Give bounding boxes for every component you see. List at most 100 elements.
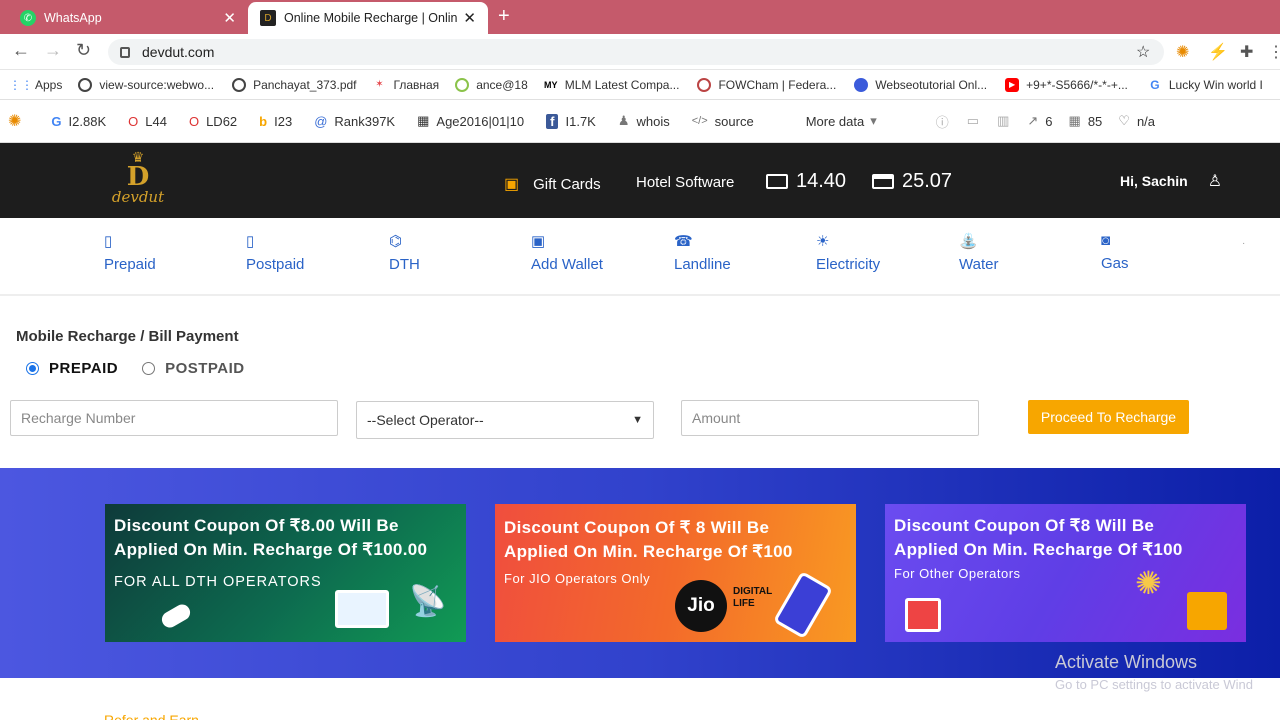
service-postpaid[interactable]: ▯ Postpaid: [246, 232, 304, 273]
close-tab-icon[interactable]: ✕: [223, 9, 236, 27]
jio-tagline: DIGITAL LIFE: [733, 586, 772, 610]
prepaid-label[interactable]: PREPAID: [49, 360, 118, 377]
bookmark-item[interactable]: view-source:webwo...: [78, 77, 215, 92]
seo-score[interactable]: ▦ 85: [1069, 113, 1103, 129]
bookmark-item[interactable]: ▶ +9+*-S5666/*-*-+...: [1005, 77, 1128, 92]
screen-icon[interactable]: ▭: [967, 113, 979, 129]
amount-input[interactable]: Amount: [681, 400, 979, 436]
seo-toolbar: ✺ G I2.88K O L44 O LD62 b I23 @ Rank397K ▦ Age…: [0, 100, 1280, 143]
service-water[interactable]: ⛲ Water: [959, 232, 998, 273]
devdut-logo[interactable]: ♛ D devdut: [104, 151, 172, 211]
extension-bolt-icon[interactable]: ⚡: [1208, 42, 1228, 62]
card-icon: [872, 174, 894, 189]
service-electricity[interactable]: ☀ Electricity: [816, 232, 880, 273]
offer-banner-dth[interactable]: Discount Coupon Of ₹8.00 Will Be Applied …: [105, 504, 466, 642]
extensions-puzzle-icon[interactable]: ✚: [1240, 42, 1253, 62]
proceed-to-recharge-button[interactable]: Proceed To Recharge: [1028, 400, 1189, 434]
close-tab-icon[interactable]: ✕: [463, 9, 476, 27]
seo-facebook[interactable]: f I1.7K: [546, 113, 596, 129]
chart-icon[interactable]: ▥: [997, 113, 1009, 129]
extension-seo-icon[interactable]: ✺: [1176, 42, 1189, 62]
offer-banner-jio[interactable]: Discount Coupon Of ₹ 8 Will Be Applied On…: [495, 504, 856, 642]
back-icon[interactable]: ←: [12, 40, 30, 61]
bookmark-item[interactable]: Panchayat_373.pdf: [232, 77, 357, 92]
url-field[interactable]: devdut.com: [108, 39, 1164, 65]
remote-icon: [159, 601, 193, 631]
bookmark-label: Webseotutorial Onl...: [875, 77, 988, 92]
bookmark-item[interactable]: MY MLM Latest Compa...: [544, 78, 679, 92]
tab-whatsapp[interactable]: ✆ WhatsApp ✕: [8, 2, 248, 34]
offer-heading: Discount Coupon Of ₹8 Will Be Applied On …: [894, 514, 1183, 562]
bookmark-item[interactable]: Webseotutorial Onl...: [854, 77, 988, 92]
bookmark-item[interactable]: ✶ Главная: [373, 78, 439, 92]
seo-age[interactable]: ▦ Age2016|01|10: [417, 113, 524, 129]
wallet-balance-card[interactable]: 25.07: [872, 170, 952, 193]
forward-icon[interactable]: →: [44, 40, 62, 61]
user-icon: ♙: [1207, 173, 1223, 190]
bookmark-item[interactable]: G Lucky Win world I: [1148, 78, 1263, 92]
service-prepaid[interactable]: ▯ Prepaid: [104, 232, 156, 273]
seo-value: L44: [145, 113, 167, 129]
seo-link-domains[interactable]: O LD62: [189, 114, 237, 129]
balance-value: 25.07: [902, 170, 953, 192]
seo-external[interactable]: ↗ 6: [1027, 113, 1052, 129]
info-icon[interactable]: ⓘ: [936, 112, 949, 131]
tab-devdut[interactable]: D Online Mobile Recharge | Online ✕: [248, 2, 488, 34]
seo-social[interactable]: ♡ n/a: [1118, 113, 1155, 129]
seoquake-logo-icon[interactable]: ✺: [8, 111, 21, 131]
reload-icon[interactable]: ↻: [76, 40, 91, 61]
new-tab-icon[interactable]: +: [498, 5, 510, 28]
circle-icon: O: [188, 113, 200, 129]
offer-subtext: For Other Operators: [894, 566, 1021, 581]
hotel-software-link[interactable]: Hotel Software: [636, 174, 734, 191]
bookmark-star-icon[interactable]: ☆: [1136, 42, 1150, 62]
seo-bing-index[interactable]: b I23: [259, 114, 292, 129]
offer-heading-line: Applied On Min. Recharge Of ₹100.00: [114, 540, 428, 559]
ring-icon: [455, 77, 470, 92]
seo-value: More data: [805, 113, 865, 129]
watermark-title: Activate Windows: [1055, 652, 1198, 672]
fow-icon: [697, 77, 712, 92]
seo-more-data[interactable]: More data ▾: [806, 113, 884, 129]
whatsapp-icon: ✆: [20, 10, 36, 26]
placeholder-text: Recharge Number: [21, 410, 136, 426]
bookmark-item[interactable]: FOWCham | Federa...: [697, 77, 836, 92]
recharge-number-input[interactable]: Recharge Number: [10, 400, 338, 436]
gift-cards-label: Gift Cards: [533, 175, 601, 193]
seo-source[interactable]: </> source: [692, 114, 754, 129]
gift-box-icon: [1187, 592, 1227, 630]
windows-activation-watermark: Activate Windows Go to PC settings to ac…: [1055, 652, 1253, 692]
seo-google-index[interactable]: G I2.88K: [51, 114, 106, 129]
prepaid-radio[interactable]: [26, 362, 39, 375]
operator-select[interactable]: --Select Operator-- ▼: [356, 401, 654, 439]
seo-rank[interactable]: @ Rank397K: [314, 114, 395, 129]
google-icon: G: [51, 113, 62, 129]
seo-links[interactable]: O L44: [128, 114, 167, 129]
mobile-icon: ▯: [104, 233, 113, 250]
bookmark-apps[interactable]: ⋮⋮ Apps: [9, 77, 62, 92]
user-menu[interactable]: Hi, Sachin ♙: [1120, 171, 1222, 191]
menu-icon[interactable]: ⋮: [1268, 42, 1280, 62]
gift-cards-link[interactable]: ▣ Gift Cards: [504, 174, 601, 194]
bookmark-label: view-source:webwo...: [99, 77, 215, 92]
apps-grid-icon: ⋮⋮: [9, 77, 33, 92]
wallet-balance-cash[interactable]: 14.40: [766, 170, 846, 193]
service-gas[interactable]: ◙ Gas: [1101, 232, 1129, 272]
seo-whois[interactable]: ♟ whois: [618, 113, 670, 129]
postpaid-label[interactable]: POSTPAID: [165, 360, 245, 377]
firework-icon: ✺: [1135, 565, 1162, 601]
telephone-icon: ☎: [674, 233, 693, 250]
service-label: Add Wallet: [531, 256, 603, 273]
offer-heading-line: Discount Coupon Of ₹8.00 Will Be: [114, 516, 399, 535]
chevron-down-icon: ▼: [632, 414, 643, 426]
service-dth[interactable]: ⌬ DTH: [389, 232, 420, 273]
bookmark-item[interactable]: ance@18: [455, 77, 528, 92]
service-landline[interactable]: ☎ Landline: [674, 232, 731, 273]
offer-banner-other[interactable]: Discount Coupon Of ₹8 Will Be Applied On …: [885, 504, 1246, 642]
service-add-wallet[interactable]: ▣ Add Wallet: [531, 232, 603, 273]
offer-heading-line: Discount Coupon Of ₹8 Will Be: [894, 516, 1155, 535]
offers-strip: Discount Coupon Of ₹8.00 Will Be Applied …: [0, 468, 1280, 678]
service-label: Water: [959, 256, 999, 273]
satellite-dish-icon: 📡: [409, 585, 447, 618]
postpaid-radio[interactable]: [142, 362, 156, 375]
